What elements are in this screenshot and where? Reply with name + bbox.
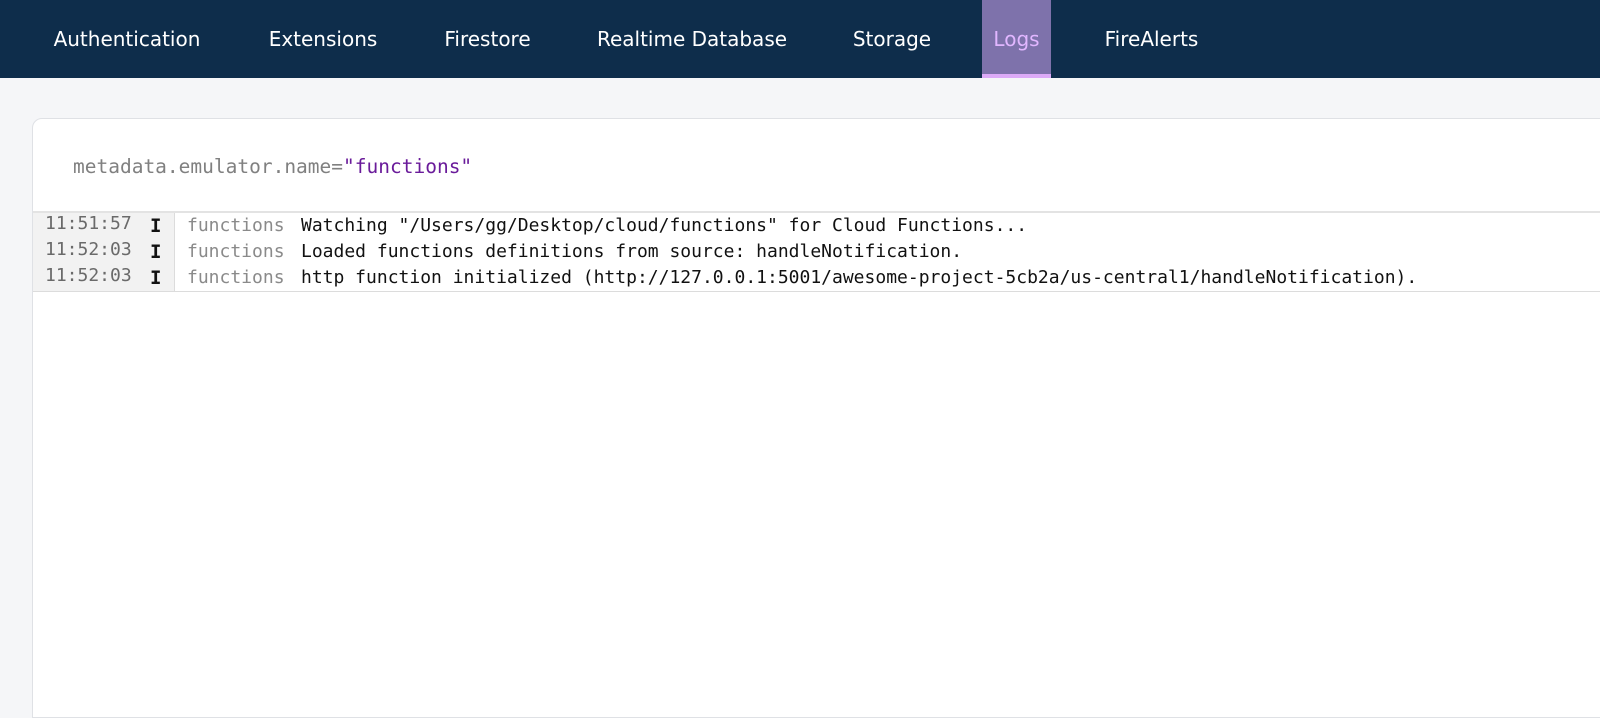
log-message: http function initialized (http://127.0.… [301,267,1418,288]
tab-authentication[interactable]: Authentication [30,0,224,78]
log-time: 11:51:57 [45,213,132,234]
log-message: Loaded functions definitions from source… [301,241,963,262]
log-level: I [150,267,162,289]
log-gutter: 11:51:57 I [33,213,175,239]
log-gutter: 11:52:03 I [33,239,175,265]
log-source: functions [187,215,285,236]
top-nav: Authentication Extensions Firestore Real… [0,0,1600,78]
tab-logs[interactable]: Logs [982,0,1051,78]
log-time: 11:52:03 [45,265,132,286]
tab-firealerts[interactable]: FireAlerts [1079,0,1224,78]
log-row: 11:52:03 I functions http function initi… [33,265,1600,291]
tab-extensions[interactable]: Extensions [245,0,401,78]
log-time: 11:52:03 [45,239,132,260]
log-message: Watching "/Users/gg/Desktop/cloud/functi… [301,215,1028,236]
tab-firestore[interactable]: Firestore [420,0,555,78]
tab-storage[interactable]: Storage [829,0,955,78]
logs-panel: metadata.emulator.name="functions" 11:51… [32,118,1600,718]
log-level: I [150,215,162,237]
log-level: I [150,241,162,263]
log-source: functions [187,241,285,262]
query-value: "functions" [343,155,473,178]
query-key: metadata.emulator.name= [73,155,344,178]
logs-bottom-divider [33,291,1600,292]
log-row: 11:51:57 I functions Watching "/Users/gg… [33,213,1600,239]
log-gutter: 11:52:03 I [33,265,175,291]
tab-realtime-database[interactable]: Realtime Database [574,0,810,78]
log-source: functions [187,267,285,288]
log-list: 11:51:57 I functions Watching "/Users/gg… [33,213,1600,291]
query-input[interactable]: metadata.emulator.name="functions" [73,147,1553,187]
log-row: 11:52:03 I functions Loaded functions de… [33,239,1600,265]
